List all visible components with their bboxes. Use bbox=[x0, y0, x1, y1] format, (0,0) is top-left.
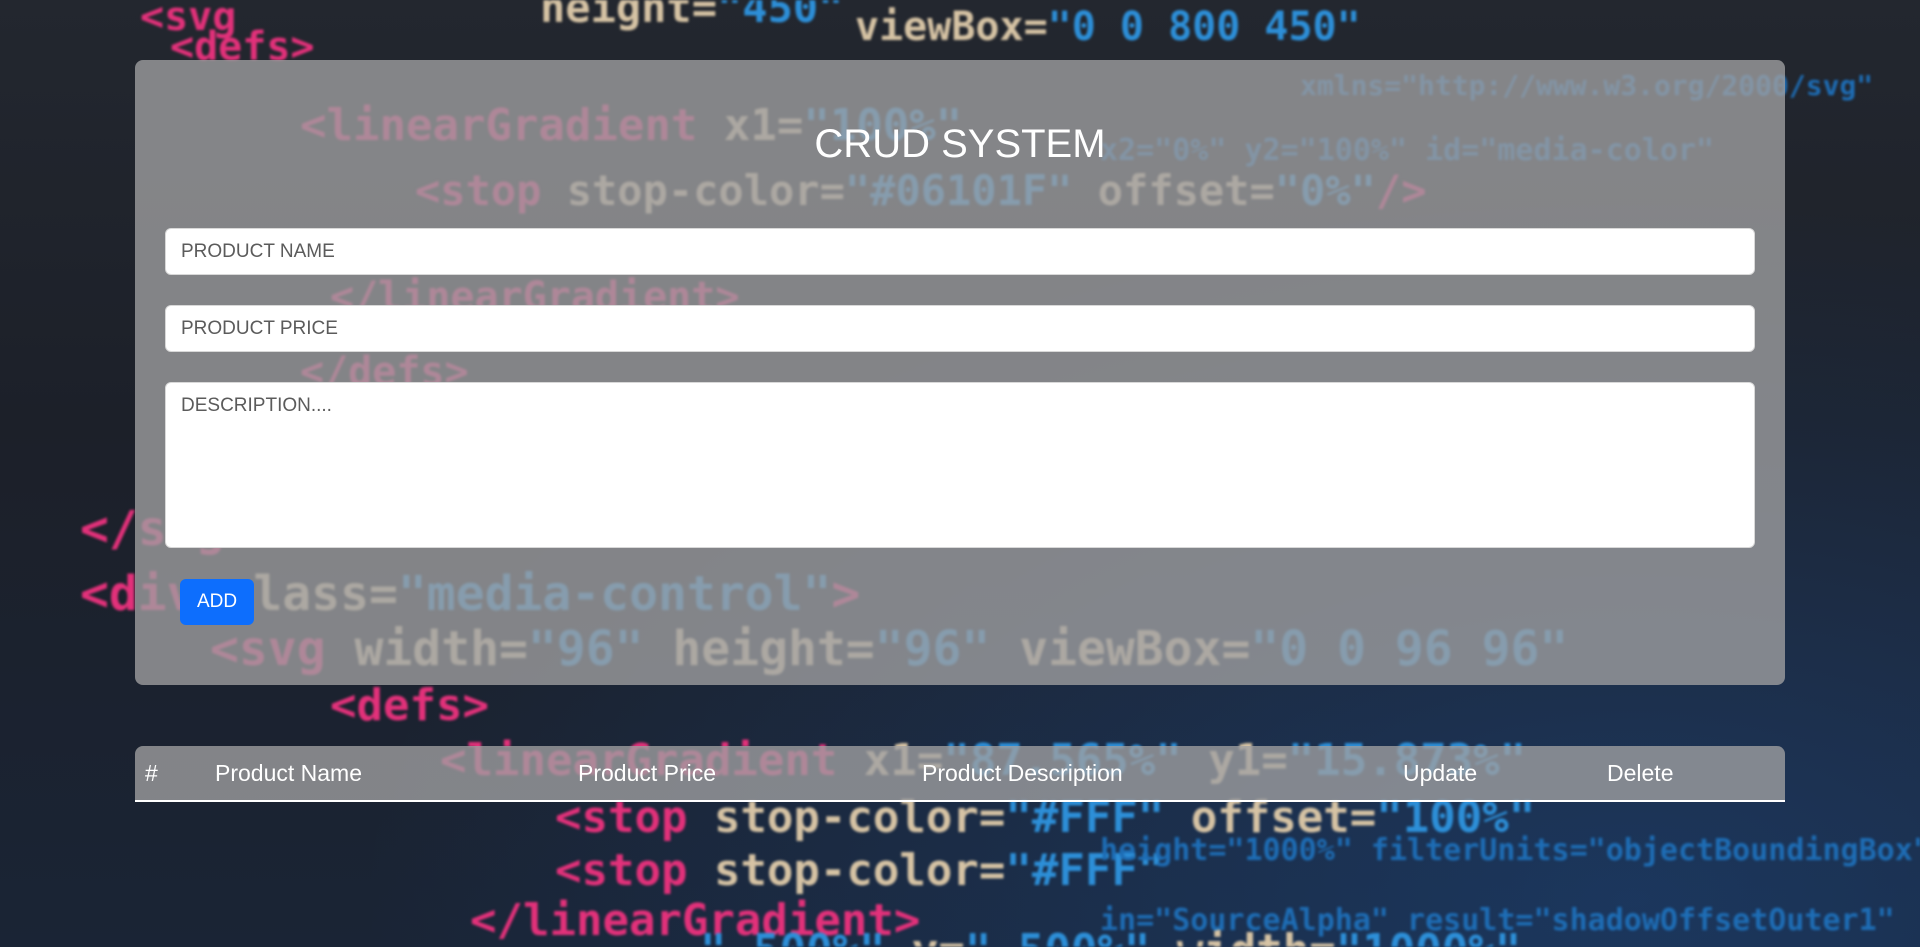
product-name-input[interactable] bbox=[165, 228, 1755, 275]
product-price-input[interactable] bbox=[165, 305, 1755, 352]
svg-text:height="450": height="450" bbox=[540, 0, 843, 32]
column-header-product-description: Product Description bbox=[922, 760, 1123, 786]
description-textarea[interactable] bbox=[165, 382, 1755, 548]
add-button[interactable]: ADD bbox=[180, 579, 254, 625]
svg-text:<stop stop-color="#FFF": <stop stop-color="#FFF" bbox=[555, 845, 1164, 896]
column-header-delete: Delete bbox=[1607, 760, 1674, 786]
page-title: CRUD SYSTEM bbox=[814, 122, 1106, 166]
svg-text:height="1000%" filterUnits="ob: height="1000%" filterUnits="objectBoundi… bbox=[1100, 833, 1920, 868]
svg-text:<defs>: <defs> bbox=[330, 680, 489, 731]
column-header-update: Update bbox=[1403, 760, 1478, 786]
column-header-product-price: Product Price bbox=[578, 760, 717, 786]
column-header-index: # bbox=[145, 760, 158, 786]
svg-text:viewBox="0 0 800 450": viewBox="0 0 800 450" bbox=[855, 4, 1361, 50]
products-table-header: # Product Name Product Price Product Des… bbox=[135, 746, 1785, 802]
svg-text:in="SourceAlpha" result="shado: in="SourceAlpha" result="shadowOffsetOut… bbox=[1100, 903, 1895, 938]
column-header-product-name: Product Name bbox=[215, 760, 363, 786]
